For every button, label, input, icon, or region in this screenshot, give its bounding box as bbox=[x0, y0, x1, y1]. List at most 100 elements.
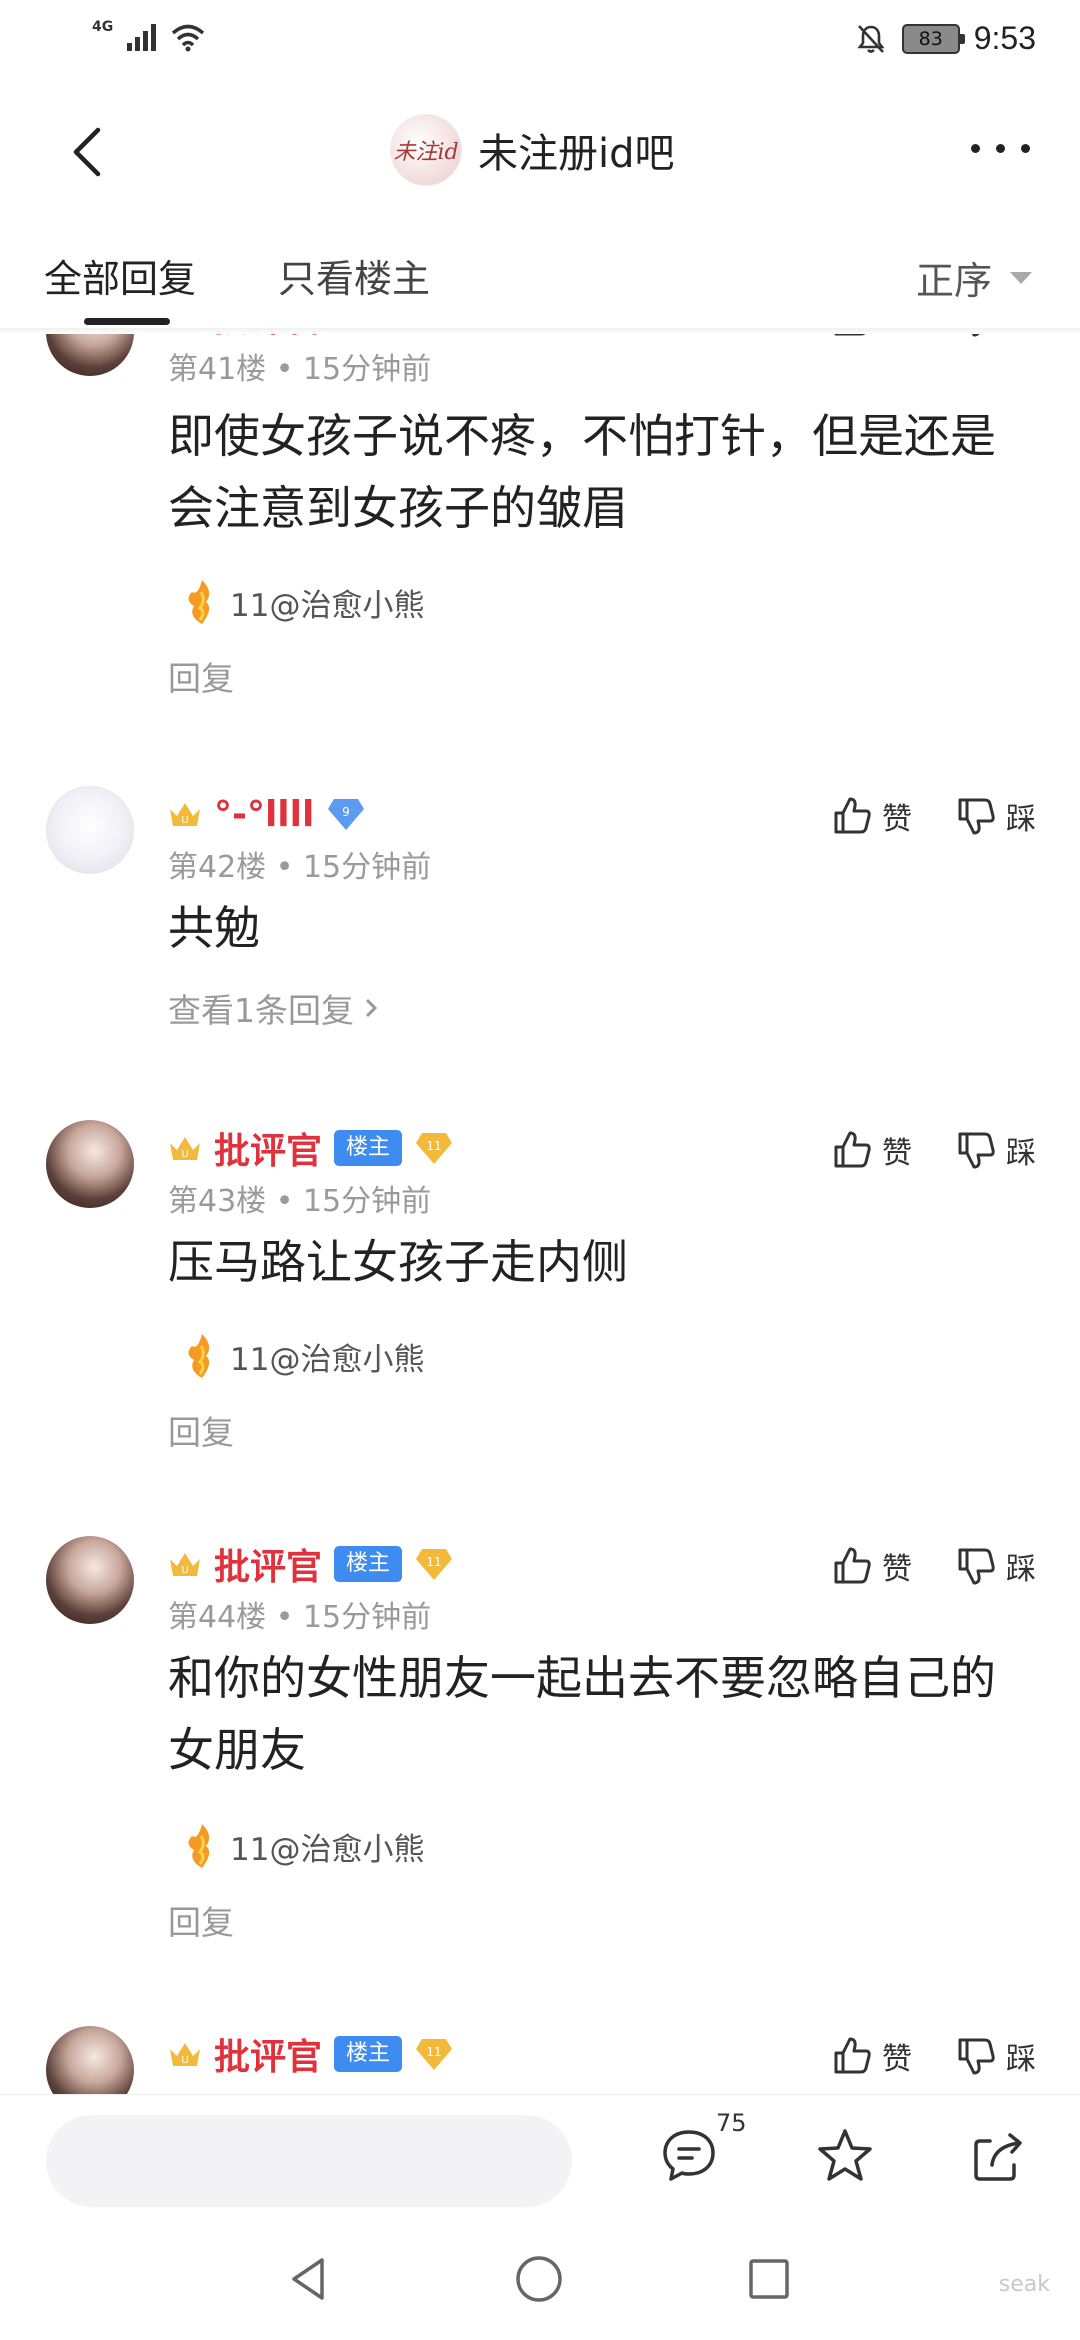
wifi-icon bbox=[172, 24, 205, 52]
post-time: 15分钟前 bbox=[302, 352, 432, 387]
dislike-button[interactable]: 踩 bbox=[954, 794, 1036, 838]
forum-title[interactable]: 未注id 未注册id吧 bbox=[390, 114, 675, 186]
post-meta: 第42楼 • 15分钟前 bbox=[168, 850, 432, 885]
post-actions: 赞 踩 bbox=[830, 1544, 1036, 1588]
svg-text:U: U bbox=[181, 2055, 188, 2066]
like-button[interactable]: 赞 bbox=[830, 2034, 912, 2078]
dislike-button[interactable]: 踩 bbox=[954, 1128, 1036, 1172]
crown-icon: U bbox=[170, 1553, 200, 1576]
back-arrow-icon[interactable] bbox=[60, 122, 120, 182]
reply-tabs: 全部回复 只看楼主 正序 bbox=[0, 232, 1080, 328]
avatar[interactable] bbox=[46, 786, 134, 874]
user-line: U 批评官 楼主 11 bbox=[168, 1126, 454, 1172]
nav-back-icon[interactable] bbox=[282, 2252, 336, 2306]
username[interactable]: 批评官 bbox=[214, 1122, 322, 1174]
more-options-icon[interactable] bbox=[971, 144, 1030, 153]
signature: 11@治愈小熊 bbox=[180, 1332, 424, 1380]
tab-only-owner[interactable]: 只看楼主 bbox=[278, 248, 430, 303]
status-bar: 4G 83 9:53 bbox=[0, 0, 1080, 84]
username[interactable]: 批评官 bbox=[214, 2028, 322, 2080]
username[interactable]: °-°llll bbox=[214, 794, 314, 835]
chevron-right-icon bbox=[365, 998, 378, 1018]
level-badge-icon: 9 bbox=[328, 799, 365, 830]
signature-text: 11@治愈小熊 bbox=[230, 587, 425, 624]
floor-number: 第41楼 bbox=[168, 352, 267, 387]
avatar[interactable] bbox=[46, 334, 134, 376]
level-number: 11 bbox=[426, 1139, 441, 1153]
star-icon[interactable] bbox=[814, 2125, 876, 2187]
level-badge-icon: 11 bbox=[416, 1549, 453, 1580]
dislike-button[interactable]: 踩 bbox=[954, 1544, 1036, 1588]
signature: 11@治愈小熊 bbox=[180, 578, 424, 626]
sort-dropdown[interactable]: 正序 bbox=[916, 250, 1032, 305]
user-line: U 批评官 楼主 11 bbox=[168, 2032, 454, 2078]
dislike-label: 踩 bbox=[1006, 334, 1036, 340]
level-number: 11 bbox=[426, 2045, 441, 2059]
username[interactable]: 批评官 bbox=[214, 1538, 322, 1590]
thumbs-down-icon bbox=[958, 1548, 995, 1585]
floor-number: 第43楼 bbox=[168, 1184, 267, 1219]
post-content: 和你的女性朋友一起出去不要忽略自己的女朋友 bbox=[168, 1651, 996, 1777]
view-replies-label: 查看1条回复 bbox=[168, 991, 354, 1030]
avatar[interactable] bbox=[46, 1120, 134, 1208]
share-icon[interactable] bbox=[968, 2125, 1030, 2187]
thumbs-up-icon bbox=[834, 1131, 871, 1168]
comment-icon[interactable] bbox=[658, 2125, 720, 2187]
like-button[interactable]: 赞 bbox=[830, 334, 912, 340]
post-time: 15分钟前 bbox=[302, 1184, 432, 1219]
post-meta: 第43楼 • 15分钟前 bbox=[168, 1184, 432, 1219]
reply-button[interactable]: 回复 bbox=[168, 1896, 234, 1944]
network-type: 4G bbox=[92, 19, 114, 35]
forum-avatar: 未注id bbox=[390, 114, 462, 186]
thumbs-up-icon bbox=[834, 334, 866, 336]
user-line: U 批评官 楼主 11 bbox=[168, 1542, 454, 1588]
user-line: U 批评官 bbox=[168, 334, 322, 340]
battery-indicator: 83 bbox=[901, 23, 965, 54]
like-button[interactable]: 赞 bbox=[830, 794, 912, 838]
thumbs-up-icon bbox=[834, 2037, 871, 2074]
system-nav-bar: seak bbox=[0, 2224, 1080, 2340]
dislike-label: 踩 bbox=[1006, 2042, 1036, 2077]
owner-badge: 楼主 bbox=[334, 1546, 403, 1582]
nav-recents-icon[interactable] bbox=[742, 2252, 796, 2306]
watermark: seak bbox=[998, 2272, 1050, 2297]
avatar[interactable] bbox=[46, 2026, 134, 2094]
svg-text:U: U bbox=[181, 1565, 188, 1576]
like-button[interactable]: 赞 bbox=[830, 1544, 912, 1588]
reply-feed[interactable]: U 批评官 赞 踩 第41楼 • 15分钟前 即使女孩子说不疼，不怕打针，但是还… bbox=[0, 334, 1080, 2094]
reply-button[interactable]: 回复 bbox=[168, 1406, 234, 1454]
dislike-label: 踩 bbox=[1006, 802, 1036, 837]
signal-icon bbox=[127, 23, 157, 51]
like-label: 赞 bbox=[882, 802, 912, 837]
thumbs-down-icon bbox=[971, 334, 980, 337]
username[interactable]: 批评官 bbox=[214, 334, 322, 342]
reply-button[interactable]: 回复 bbox=[168, 652, 234, 700]
tab-all-replies[interactable]: 全部回复 bbox=[44, 248, 196, 303]
reply-input[interactable] bbox=[46, 2115, 572, 2207]
thumbs-up-icon bbox=[834, 797, 871, 834]
dislike-label: 踩 bbox=[1006, 1552, 1036, 1587]
bottom-action-bar: 75 bbox=[0, 2094, 1080, 2224]
post-actions: 赞 踩 bbox=[830, 1128, 1036, 1172]
signature: 11@治愈小熊 bbox=[180, 1822, 424, 1870]
level-badge-icon: 11 bbox=[416, 2039, 453, 2070]
dislike-button[interactable]: 踩 bbox=[954, 334, 1036, 340]
floor-number: 第42楼 bbox=[168, 850, 267, 885]
dislike-button[interactable]: 踩 bbox=[954, 2034, 1036, 2078]
level-number: 9 bbox=[342, 805, 350, 819]
post-time: 15分钟前 bbox=[302, 850, 432, 885]
view-replies-link[interactable]: 查看1条回复 bbox=[168, 984, 380, 1032]
post-meta: 第41楼 • 15分钟前 bbox=[168, 352, 432, 387]
avatar[interactable] bbox=[46, 1536, 134, 1624]
active-tab-indicator bbox=[84, 318, 170, 325]
crown-icon: U bbox=[170, 2043, 200, 2066]
owner-badge: 楼主 bbox=[334, 2036, 403, 2072]
like-button[interactable]: 赞 bbox=[830, 1128, 912, 1172]
post-content: 即使女孩子说不疼，不怕打针，但是还是会注意到女孩子的皱眉 bbox=[168, 409, 996, 535]
level-badge-icon: 11 bbox=[416, 1133, 453, 1164]
nav-home-icon[interactable] bbox=[512, 2252, 566, 2306]
flame-icon bbox=[188, 1334, 210, 1378]
like-label: 赞 bbox=[882, 334, 912, 340]
thumbs-down-icon bbox=[958, 798, 995, 835]
post-content: 压马路让女孩子走内侧 bbox=[168, 1235, 628, 1289]
